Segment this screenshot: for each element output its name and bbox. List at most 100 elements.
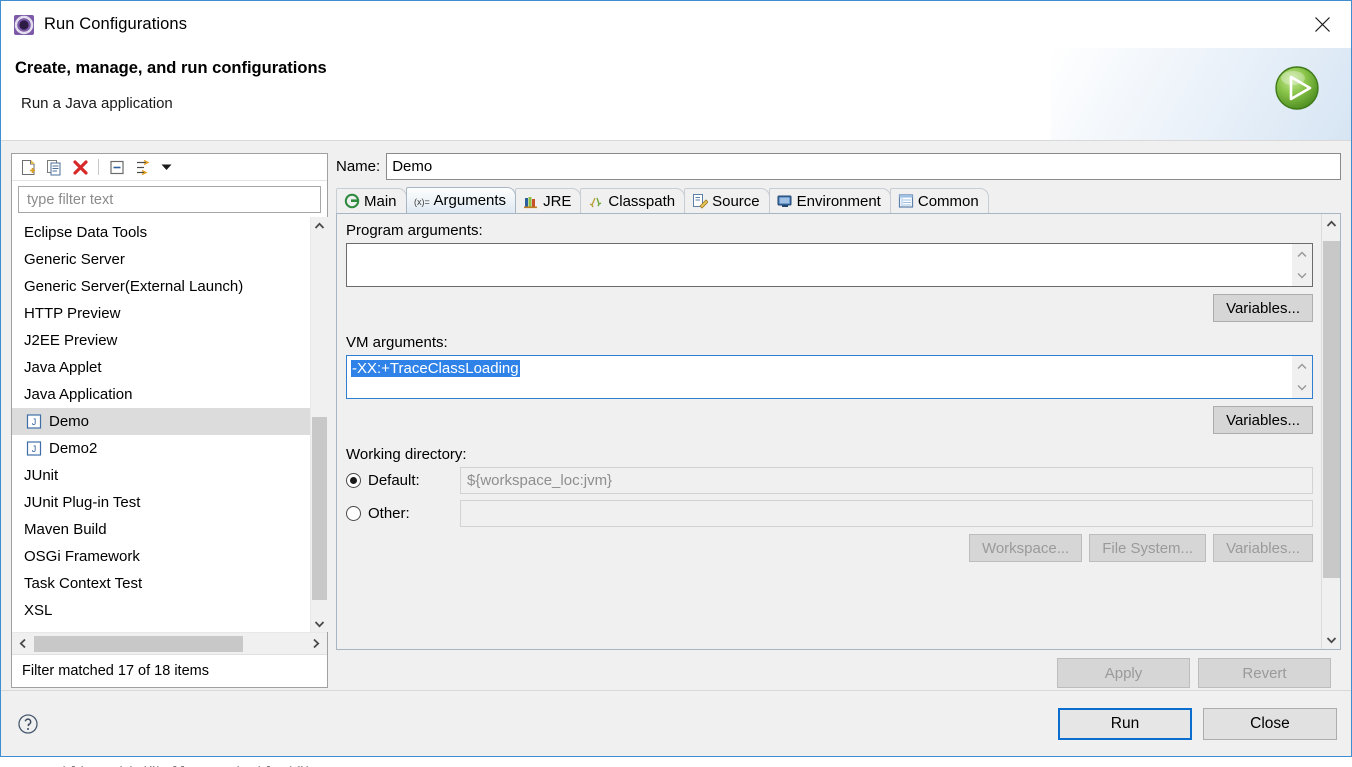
panel-scroll-down-icon[interactable]	[1322, 630, 1341, 649]
tab-main[interactable]: Main	[336, 188, 407, 213]
vm-arguments-buttons: Variables...	[346, 406, 1313, 434]
tree-item[interactable]: Generic Server(External Launch)	[12, 273, 310, 300]
toolbar-separator	[98, 159, 99, 175]
filter-status-text: Filter matched 17 of 18 items	[12, 654, 327, 687]
classpath-tab-icon	[588, 193, 604, 209]
tab-arguments[interactable]: (x)= Arguments	[405, 187, 517, 213]
vm-arguments-spinner[interactable]	[1292, 356, 1312, 398]
program-args-scroll-down-icon[interactable]	[1297, 266, 1307, 286]
working-directory-default-input: ${workspace_loc:jvm}	[460, 467, 1313, 494]
tab-jre[interactable]: JRE	[515, 188, 582, 213]
working-directory-buttons: Workspace... File System... Variables...	[346, 534, 1313, 562]
duplicate-configuration-icon[interactable]	[42, 156, 66, 178]
program-args-scroll-up-icon[interactable]	[1297, 245, 1307, 265]
svg-text:J: J	[32, 417, 37, 427]
working-directory-variables-button[interactable]: Variables...	[1213, 534, 1313, 562]
tree-item-label: Generic Server	[24, 251, 125, 268]
filter-input[interactable]	[25, 190, 314, 209]
revert-button[interactable]: Revert	[1198, 658, 1331, 688]
tree-item-label: Eclipse Data Tools	[24, 224, 148, 241]
tree-item[interactable]: Java Application	[12, 381, 310, 408]
tree-item[interactable]: Task Context Test	[12, 570, 310, 597]
program-arguments-spinner[interactable]	[1292, 244, 1312, 286]
filter-text-box[interactable]	[18, 186, 321, 213]
tree-scroll-thumb[interactable]	[311, 416, 327, 600]
program-arguments-input[interactable]	[346, 243, 1313, 287]
vm-args-scroll-up-icon[interactable]	[1297, 357, 1307, 377]
tree-item[interactable]: J Demo2	[12, 435, 310, 462]
tree-vertical-scrollbar[interactable]	[310, 217, 328, 632]
vm-args-scroll-down-icon[interactable]	[1297, 378, 1307, 398]
panel-scroll-up-icon[interactable]	[1322, 214, 1341, 233]
working-directory-default-value: ${workspace_loc:jvm}	[467, 472, 613, 489]
name-input[interactable]	[386, 153, 1341, 180]
tree-item-label: JUnit	[24, 467, 59, 484]
java-launch-config-icon: J	[26, 441, 43, 456]
tree-scroll-track[interactable]	[310, 234, 328, 615]
name-label: Name:	[336, 158, 381, 175]
tree-item[interactable]: JUnit Plug-in Test	[12, 489, 310, 516]
dialog-banner: Create, manage, and run configurations R…	[1, 48, 1351, 141]
scroll-left-icon[interactable]	[12, 633, 34, 655]
background-editor-sliver: public void ("hello static block");	[0, 756, 1352, 767]
tree-item[interactable]: Eclipse Data Tools	[12, 219, 310, 246]
working-directory-other-radio[interactable]	[346, 506, 361, 521]
tab-environment[interactable]: Environment	[768, 188, 891, 213]
apply-button[interactable]: Apply	[1057, 658, 1190, 688]
scroll-up-icon[interactable]	[310, 217, 328, 234]
dialog-titlebar: Run Configurations	[1, 1, 1351, 48]
panel-scroll-track[interactable]	[1322, 233, 1341, 630]
collapse-all-icon[interactable]	[105, 156, 129, 178]
run-configurations-icon	[13, 14, 35, 36]
filter-launch-configurations-icon[interactable]	[131, 156, 155, 178]
configuration-tabs[interactable]: Main (x)= Arguments JRE Classpath Source Envir…	[336, 187, 1341, 214]
banner-subheading: Run a Java application	[21, 95, 173, 112]
tree-item[interactable]: XSL	[12, 597, 310, 624]
delete-configuration-icon[interactable]	[68, 156, 92, 178]
run-button[interactable]: Run	[1058, 707, 1192, 740]
tree-item[interactable]: J2EE Preview	[12, 327, 310, 354]
working-directory-group: Working directory: Default: ${workspace_…	[346, 446, 1313, 562]
tab-classpath[interactable]: Classpath	[580, 188, 686, 213]
tree-item-label: Generic Server(External Launch)	[24, 278, 244, 295]
program-arguments-variables-button[interactable]: Variables...	[1213, 294, 1313, 322]
scroll-down-icon[interactable]	[310, 615, 328, 632]
working-directory-other-input[interactable]	[460, 500, 1313, 527]
hscroll-track[interactable]	[34, 633, 305, 655]
vm-arguments-variables-button[interactable]: Variables...	[1213, 406, 1313, 434]
panel-scroll-thumb[interactable]	[1322, 240, 1340, 579]
scroll-right-icon[interactable]	[305, 633, 327, 655]
configurations-tree[interactable]: Eclipse Data Tools Generic Server Generic …	[12, 217, 310, 632]
run-play-icon	[1271, 62, 1323, 118]
tree-item[interactable]: Generic Server	[12, 246, 310, 273]
source-tab-icon	[692, 193, 709, 209]
name-row: Name:	[336, 153, 1341, 180]
tab-common[interactable]: Common	[889, 188, 989, 213]
arguments-panel-scrollbar[interactable]	[1321, 214, 1340, 649]
help-icon[interactable]	[17, 713, 39, 735]
new-configuration-icon[interactable]	[16, 156, 40, 178]
program-arguments-group: Program arguments: Variables...	[346, 222, 1313, 322]
working-directory-workspace-button[interactable]: Workspace...	[968, 534, 1083, 562]
working-directory-default-radio[interactable]	[346, 473, 361, 488]
tree-item[interactable]: Java Applet	[12, 354, 310, 381]
working-directory-file-system-button[interactable]: File System...	[1089, 534, 1207, 562]
view-menu-chevron-icon[interactable]	[157, 156, 175, 178]
tree-item[interactable]: OSGi Framework	[12, 543, 310, 570]
tab-source[interactable]: Source	[684, 188, 770, 213]
program-arguments-wrap	[346, 243, 1313, 287]
vm-arguments-input[interactable]: -XX:+TraceClassLoading	[346, 355, 1313, 399]
working-directory-other-label: Other:	[368, 505, 410, 522]
tree-item[interactable]: JUnit	[12, 462, 310, 489]
tree-item[interactable]: Maven Build	[12, 516, 310, 543]
tree-horizontal-scrollbar[interactable]	[12, 632, 327, 654]
tree-item[interactable]: J Demo	[12, 408, 310, 435]
close-icon[interactable]	[1307, 10, 1337, 38]
close-button[interactable]: Close	[1203, 707, 1337, 740]
tree-item[interactable]: HTTP Preview	[12, 300, 310, 327]
svg-text:(x)=: (x)=	[414, 197, 430, 207]
jre-tab-icon	[523, 193, 539, 209]
java-launch-config-icon: J	[26, 414, 43, 429]
hscroll-thumb[interactable]	[34, 635, 243, 652]
tab-label: Source	[712, 192, 760, 210]
